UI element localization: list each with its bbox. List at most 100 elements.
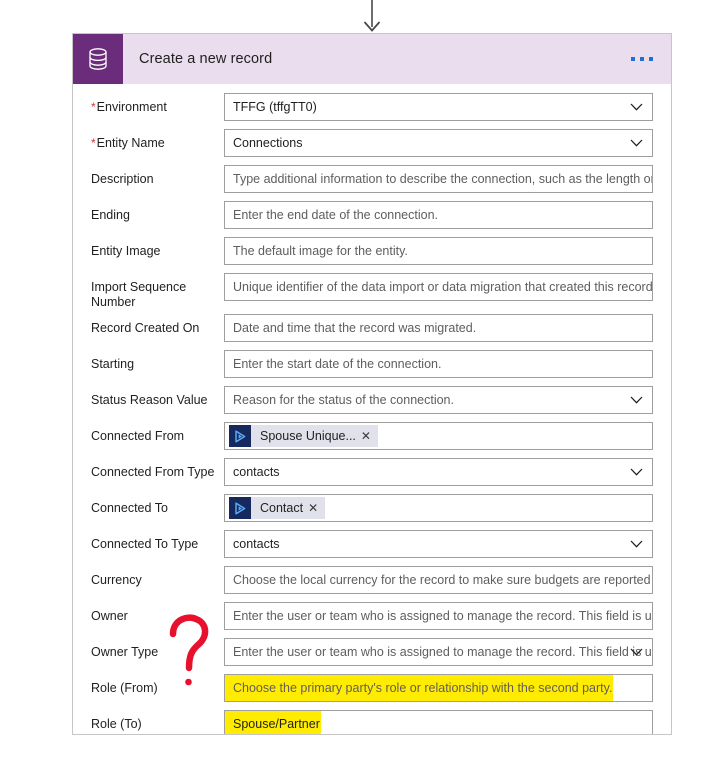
token-chip[interactable]: Spouse Unique... ✕ [229, 425, 378, 447]
chevron-down-icon [630, 396, 643, 404]
field-dropdown[interactable]: Reason for the status of the connection. [224, 386, 653, 414]
field-input[interactable]: Spouse/Partner [224, 710, 653, 734]
field-placeholder: Enter the user or team who is assigned t… [233, 609, 653, 623]
action-card[interactable]: Create a new record *Environment TFFG (tf… [72, 33, 672, 735]
field-label: Currency [91, 566, 224, 588]
form-row: Currency Choose the local currency for th… [91, 566, 653, 594]
form-row: Owner Type Enter the user or team who is … [91, 638, 653, 666]
form-row: Entity Image The default image for the en… [91, 237, 653, 265]
field-label-text: Owner [91, 609, 128, 623]
field-label: Connected From Type [91, 458, 224, 480]
field-value: Spouse/Partner [225, 711, 320, 734]
field-input[interactable]: Date and time that the record was migrat… [224, 314, 653, 342]
ellipsis-icon[interactable] [627, 51, 657, 67]
field-label-text: Import Sequence Number [91, 280, 187, 309]
field-label-text: Environment [96, 100, 167, 114]
field-placeholder: Choose the primary party's role or relat… [225, 675, 613, 701]
dynamics-token-icon [229, 497, 251, 519]
token-chip[interactable]: Contact ✕ [229, 497, 326, 519]
token-chip-label: Contact [260, 501, 304, 515]
card-header[interactable]: Create a new record [73, 34, 671, 84]
field-label: Role (From) [91, 674, 224, 696]
field-label: Connected To Type [91, 530, 224, 552]
field-label: Import Sequence Number [91, 273, 224, 310]
field-input[interactable]: Type additional information to describe … [224, 165, 653, 193]
field-input[interactable]: Choose the local currency for the record… [224, 566, 653, 594]
close-icon[interactable]: ✕ [361, 430, 378, 442]
required-asterisk: * [91, 100, 96, 114]
field-label-text: Currency [91, 573, 142, 587]
field-placeholder: Type additional information to describe … [233, 172, 653, 186]
field-label: Status Reason Value [91, 386, 224, 408]
field-token-input[interactable]: Contact ✕ [224, 494, 653, 522]
close-icon[interactable]: ✕ [308, 502, 325, 514]
required-asterisk: * [91, 136, 96, 150]
form-row: Description Type additional information t… [91, 165, 653, 193]
field-value: Connections [233, 136, 303, 150]
field-label: Owner [91, 602, 224, 624]
chevron-down-icon [630, 139, 643, 147]
connector-arrow [363, 0, 381, 32]
field-dropdown[interactable]: contacts [224, 530, 653, 558]
card-title: Create a new record [139, 51, 273, 67]
form-row: Role (From) Choose the primary party's ro… [91, 674, 653, 702]
dynamics-token-icon [234, 501, 245, 515]
field-dropdown[interactable]: Connections [224, 129, 653, 157]
field-placeholder: Enter the end date of the connection. [233, 208, 439, 222]
field-dropdown[interactable]: TFFG (tffgTT0) [224, 93, 653, 121]
field-token-input[interactable]: Spouse Unique... ✕ [224, 422, 653, 450]
field-placeholder: The default image for the entity. [233, 244, 408, 258]
field-label-text: Entity Name [96, 136, 165, 150]
form-row: Record Created On Date and time that the … [91, 314, 653, 342]
field-value: TFFG (tffgTT0) [233, 100, 317, 114]
field-label-text: Entity Image [91, 244, 161, 258]
field-input[interactable]: Unique identifier of the data import or … [224, 273, 653, 301]
field-input[interactable]: Enter the user or team who is assigned t… [224, 602, 653, 630]
field-value: contacts [233, 465, 280, 479]
field-input[interactable]: Enter the start date of the connection. [224, 350, 653, 378]
field-placeholder: Date and time that the record was migrat… [233, 321, 477, 335]
form-row: Owner Enter the user or team who is assig… [91, 602, 653, 630]
field-input[interactable]: Enter the end date of the connection. [224, 201, 653, 229]
field-label: Owner Type [91, 638, 224, 660]
field-input[interactable]: The default image for the entity. [224, 237, 653, 265]
field-dropdown[interactable]: contacts [224, 458, 653, 486]
field-label: Role (To) [91, 710, 224, 732]
field-label-text: Starting [91, 357, 135, 371]
field-label: Entity Image [91, 237, 224, 259]
field-label: Record Created On [91, 314, 224, 336]
database-icon [73, 34, 123, 84]
field-value: contacts [233, 537, 280, 551]
field-label: Starting [91, 350, 224, 372]
field-label-text: Owner Type [91, 645, 159, 659]
field-label-text: Connected To [91, 501, 168, 515]
field-dropdown[interactable]: Enter the user or team who is assigned t… [224, 638, 653, 666]
form-row: Connected To Type contacts [91, 530, 653, 558]
field-label: Connected From [91, 422, 224, 444]
dynamics-token-icon [234, 429, 245, 443]
form-row: Connected From Spouse Unique... ✕ [91, 422, 653, 450]
field-placeholder: Enter the user or team who is assigned t… [233, 645, 653, 659]
form-row: Starting Enter the start date of the conn… [91, 350, 653, 378]
field-label-text: Connected From [91, 429, 185, 443]
field-label-text: Role (From) [91, 681, 158, 695]
field-label: Description [91, 165, 224, 187]
field-label-text: Description [91, 172, 154, 186]
chevron-down-icon [630, 540, 643, 548]
field-input[interactable]: Choose the primary party's role or relat… [224, 674, 653, 702]
field-placeholder: Choose the local currency for the record… [233, 573, 653, 587]
flow-designer-canvas: Create a new record *Environment TFFG (tf… [0, 0, 709, 759]
form-row: Ending Enter the end date of the connecti… [91, 201, 653, 229]
chevron-down-icon [630, 468, 643, 476]
form-row: Role (To) Spouse/Partner [91, 710, 653, 734]
token-chip-label: Spouse Unique... [260, 429, 356, 443]
form-row: Import Sequence Number Unique identifier … [91, 273, 653, 310]
dynamics-token-icon [229, 425, 251, 447]
form-row: Connected To Contact ✕ [91, 494, 653, 522]
field-label-text: Connected To Type [91, 537, 199, 551]
form-row: Status Reason Value Reason for the status… [91, 386, 653, 414]
field-placeholder: Enter the start date of the connection. [233, 357, 442, 371]
field-label: Connected To [91, 494, 224, 516]
field-label-text: Ending [91, 208, 130, 222]
field-label-text: Role (To) [91, 717, 142, 731]
